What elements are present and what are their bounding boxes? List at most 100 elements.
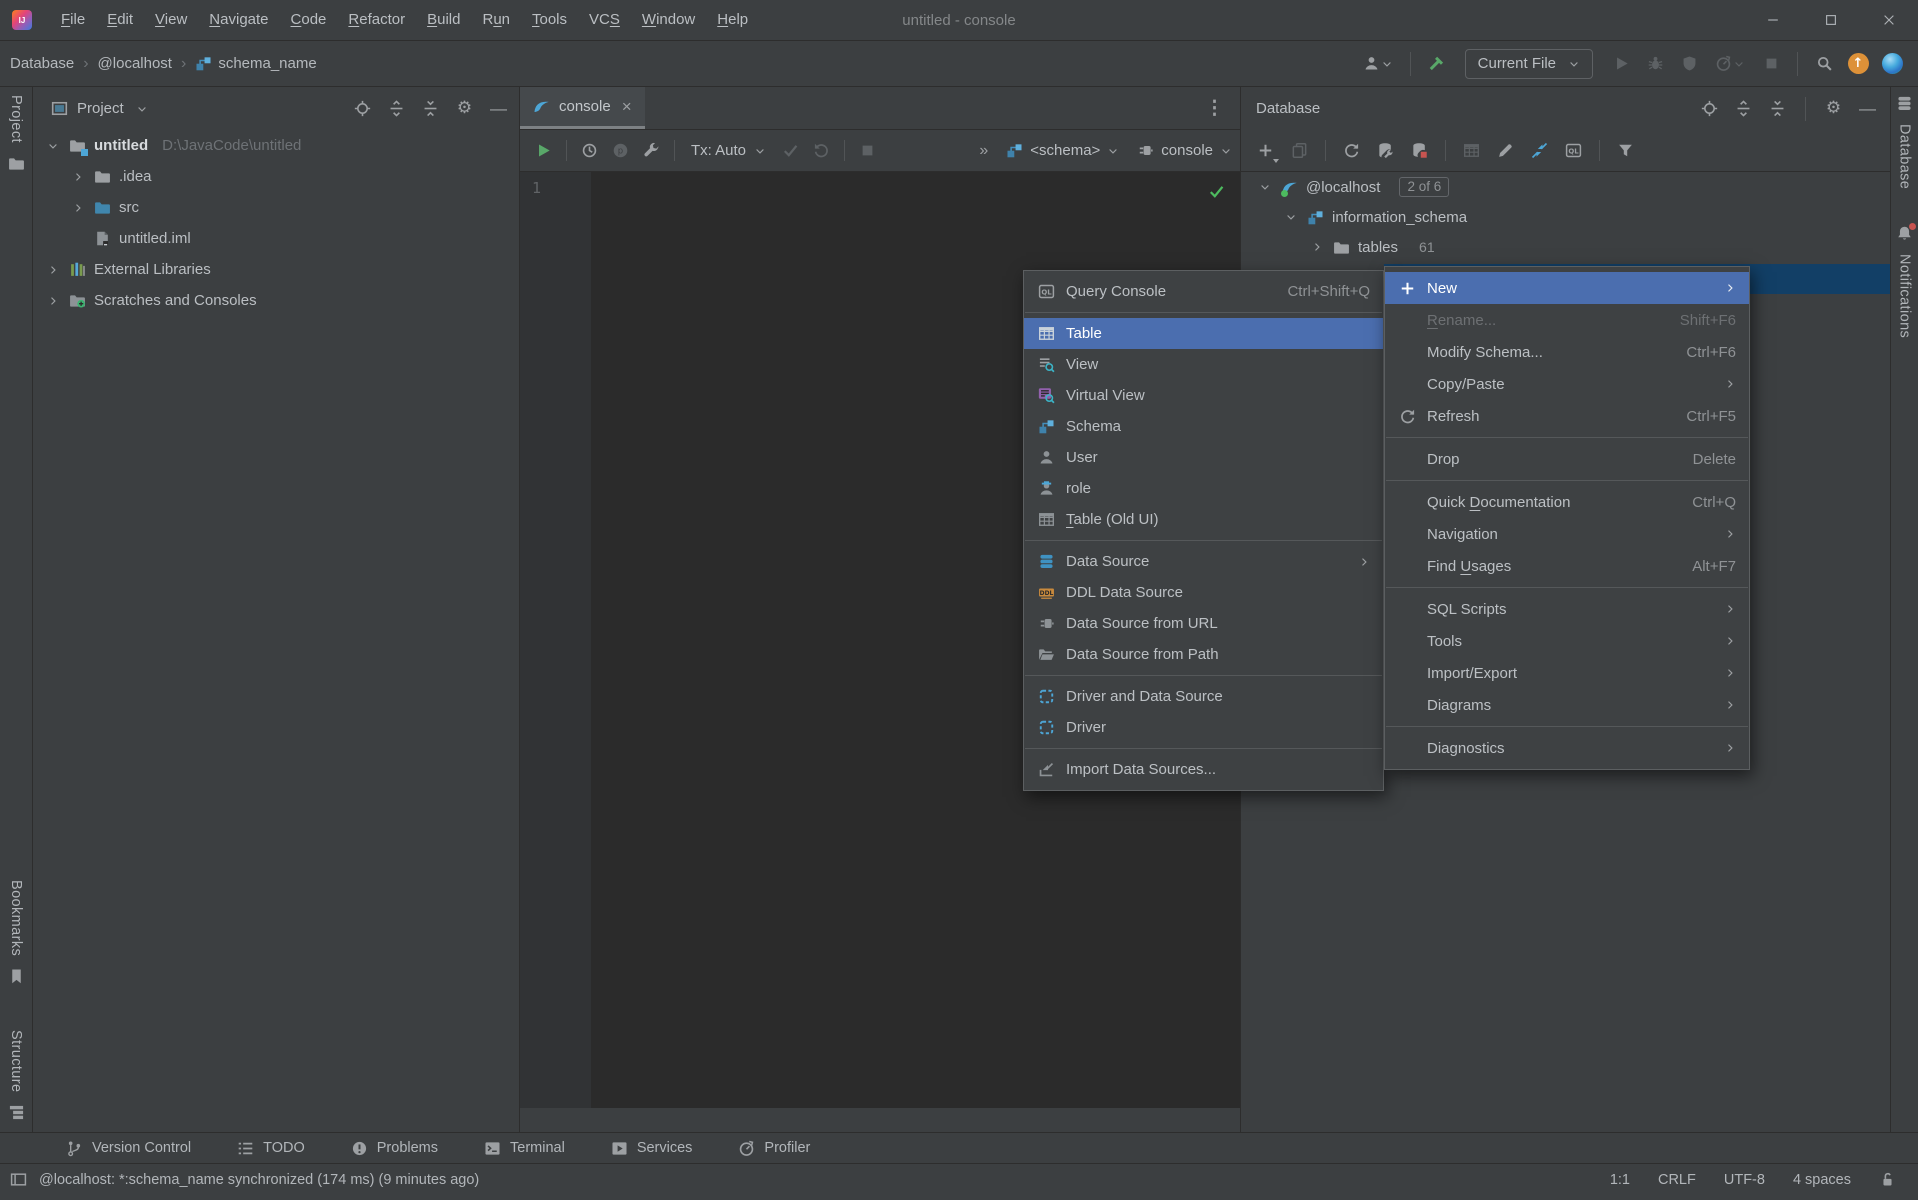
collapse-all-button[interactable]	[1763, 94, 1792, 123]
menu-build[interactable]: Build	[416, 0, 471, 41]
collapse-all-button[interactable]	[416, 94, 445, 123]
execution-plan-icon[interactable]: p	[605, 136, 636, 166]
stop-button[interactable]	[1755, 49, 1787, 79]
submenu-item-navigation[interactable]: Navigation	[1385, 518, 1749, 550]
submenu-item-new[interactable]: New	[1385, 272, 1749, 304]
menu-window[interactable]: Window	[631, 0, 706, 41]
maximize-button[interactable]	[1802, 0, 1860, 41]
session-select[interactable]: console	[1137, 142, 1232, 159]
console-settings-wrench-icon[interactable]	[636, 136, 667, 166]
duplicate-button[interactable]	[1284, 136, 1315, 166]
settings-gear-icon[interactable]: ⚙	[1819, 94, 1848, 123]
tree-row-scratches[interactable]: Scratches and Consoles	[33, 285, 519, 316]
run-configuration-select[interactable]: Current File	[1465, 49, 1593, 79]
menu-refactor[interactable]: Refactor	[337, 0, 416, 41]
query-history-icon[interactable]	[574, 136, 605, 166]
menu-help[interactable]: Help	[706, 0, 759, 41]
debug-button[interactable]	[1639, 49, 1671, 79]
submenu-item-diagnostics[interactable]: Diagnostics	[1385, 732, 1749, 764]
menu-item-table[interactable]: Table	[1024, 318, 1383, 349]
tool-tab-bookmarks[interactable]: Bookmarks	[0, 880, 32, 985]
menu-vcs[interactable]: VCS	[578, 0, 631, 41]
submenu-item-drop[interactable]: Drop Delete	[1385, 443, 1749, 475]
tool-tab-terminal[interactable]: Terminal	[484, 1140, 565, 1157]
schema-select[interactable]: <schema>	[1006, 142, 1119, 159]
profile-button[interactable]	[1356, 49, 1400, 79]
locate-file-button[interactable]	[348, 94, 377, 123]
tool-tab-profiler[interactable]: Profiler	[738, 1140, 810, 1157]
inspections-ok-icon[interactable]	[1208, 183, 1225, 200]
breadcrumb-schema[interactable]: schema_name	[195, 55, 316, 72]
tool-tab-structure[interactable]: Structure	[0, 1030, 32, 1121]
menu-item-role[interactable]: role	[1024, 473, 1383, 504]
indent-setting[interactable]: 4 spaces	[1793, 1172, 1851, 1188]
file-encoding[interactable]: UTF-8	[1724, 1172, 1765, 1188]
menu-item-driver-and-data-source[interactable]: Driver and Data Source	[1024, 681, 1383, 712]
menu-view[interactable]: View	[144, 0, 198, 41]
close-button[interactable]	[1860, 0, 1918, 41]
caret-position[interactable]: 1:1	[1610, 1172, 1630, 1188]
status-message[interactable]: @localhost: *:schema_name synchronized (…	[10, 1171, 479, 1188]
submenu-item-find-usages[interactable]: Find Usages Alt+F7	[1385, 550, 1749, 582]
execute-button[interactable]	[528, 136, 559, 166]
submenu-item-import-export[interactable]: Import/Export	[1385, 657, 1749, 689]
menu-file[interactable]: File	[50, 0, 96, 41]
hide-panel-button[interactable]: —	[1853, 94, 1882, 123]
submenu-item-tools[interactable]: Tools	[1385, 625, 1749, 657]
menu-run[interactable]: Run	[471, 0, 521, 41]
tx-mode-select[interactable]: Tx: Auto	[682, 142, 775, 159]
menu-tools[interactable]: Tools	[521, 0, 578, 41]
menu-item-data-source[interactable]: Data Source	[1024, 546, 1383, 577]
submenu-item-copy-paste[interactable]: Copy/Paste	[1385, 368, 1749, 400]
menu-item-import-data-sources[interactable]: Import Data Sources...	[1024, 754, 1383, 785]
submenu-item-diagrams[interactable]: Diagrams	[1385, 689, 1749, 721]
tree-row-localhost[interactable]: @localhost 2 of 6	[1241, 172, 1890, 202]
menu-item-table-old-ui[interactable]: Table (Old UI)	[1024, 504, 1383, 535]
tool-tab-notifications[interactable]: Notifications	[1891, 225, 1918, 338]
modify-object-pencil-icon[interactable]	[1490, 136, 1521, 166]
menu-item-query-console[interactable]: Query Console Ctrl+Shift+Q	[1024, 276, 1383, 307]
tool-tab-version-control[interactable]: Version Control	[66, 1140, 191, 1157]
search-everywhere-icon[interactable]	[1808, 49, 1840, 79]
profiler-button[interactable]	[1707, 49, 1753, 79]
line-separator[interactable]: CRLF	[1658, 1172, 1696, 1188]
tree-row-untitled-iml[interactable]: untitled.iml	[33, 223, 519, 254]
close-tab-icon[interactable]: ×	[622, 97, 632, 117]
expand-all-button[interactable]	[1729, 94, 1758, 123]
query-console-button[interactable]	[1558, 136, 1589, 166]
menu-item-data-source-url[interactable]: Data Source from URL	[1024, 608, 1383, 639]
menu-item-view[interactable]: View	[1024, 349, 1383, 380]
stop-query-button[interactable]	[852, 136, 883, 166]
update-available-icon[interactable]: ↑	[1842, 49, 1874, 79]
submenu-item-rename[interactable]: Rename... Shift+F6	[1385, 304, 1749, 336]
new-item-button[interactable]	[1250, 136, 1281, 166]
rollback-button[interactable]	[806, 136, 837, 166]
tree-row-external-libraries[interactable]: External Libraries	[33, 254, 519, 285]
settings-gear-icon[interactable]: ⚙	[450, 94, 479, 123]
commit-button[interactable]	[775, 136, 806, 166]
project-panel-title[interactable]: Project	[77, 100, 124, 117]
tool-tab-services[interactable]: Services	[611, 1140, 693, 1157]
unlocked-icon[interactable]	[1879, 1171, 1896, 1188]
menu-item-schema[interactable]: Schema	[1024, 411, 1383, 442]
menu-item-virtual-view[interactable]: Virtual View	[1024, 380, 1383, 411]
expand-all-button[interactable]	[382, 94, 411, 123]
hide-panel-button[interactable]: —	[484, 94, 513, 123]
build-hammer-icon[interactable]	[1421, 49, 1453, 79]
tree-row-src[interactable]: src	[33, 192, 519, 223]
breadcrumb-database[interactable]: Database	[10, 55, 74, 72]
menu-code[interactable]: Code	[280, 0, 338, 41]
toolbar-overflow-icon[interactable]: »	[979, 142, 988, 160]
jump-to-console-icon[interactable]	[1524, 136, 1555, 166]
submenu-item-sql-scripts[interactable]: SQL Scripts	[1385, 593, 1749, 625]
tool-tab-project[interactable]: Project	[0, 95, 32, 172]
menu-item-ddl-data-source[interactable]: DDL Data Source	[1024, 577, 1383, 608]
database-panel-title[interactable]: Database	[1256, 100, 1320, 117]
data-source-properties-icon[interactable]	[1370, 136, 1401, 166]
menu-navigate[interactable]: Navigate	[198, 0, 279, 41]
tree-row-information-schema[interactable]: information_schema	[1241, 202, 1890, 232]
breadcrumb-localhost[interactable]: @localhost	[98, 55, 172, 72]
tool-tab-database[interactable]: Database	[1891, 95, 1918, 189]
tab-console[interactable]: console ×	[520, 87, 645, 129]
submenu-item-modify-schema[interactable]: Modify Schema... Ctrl+F6	[1385, 336, 1749, 368]
